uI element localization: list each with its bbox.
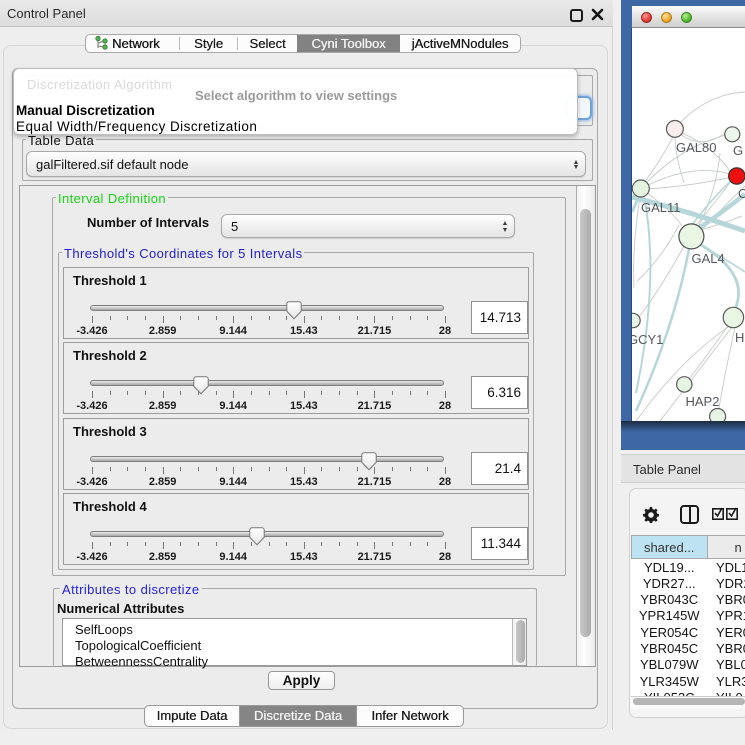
svg-text:H: H (735, 330, 744, 345)
svg-text:C: C (738, 186, 745, 201)
svg-text:GAL11: GAL11 (641, 200, 681, 215)
svg-text:HAP2: HAP2 (686, 394, 720, 409)
svg-text:G: G (733, 143, 743, 158)
svg-text:GAL80: GAL80 (676, 140, 716, 155)
svg-text:GAL4: GAL4 (692, 251, 725, 266)
svg-text:GCY1: GCY1 (632, 332, 663, 347)
